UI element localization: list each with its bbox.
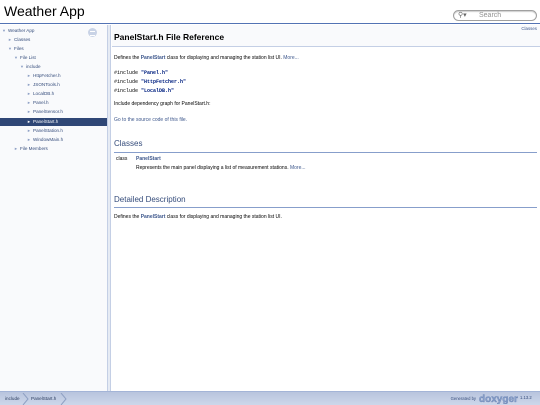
sidebar-item-panelsensor[interactable]: ► PanelSensor.h bbox=[27, 108, 63, 116]
source-code-link[interactable]: Go to the source code of this file. bbox=[114, 117, 187, 124]
more-link[interactable]: More... bbox=[290, 165, 306, 171]
include-line: #include "LocalDB.h" bbox=[114, 88, 175, 94]
include-file-link[interactable]: "Panel.h" bbox=[141, 70, 168, 76]
project-name: Weather App bbox=[4, 3, 85, 19]
search-input[interactable]: ⚲▾ Search bbox=[453, 10, 537, 21]
include-line: #include "Panel.h" bbox=[114, 70, 169, 76]
classes-heading: Classes bbox=[114, 139, 143, 148]
class-link[interactable]: PanelStart bbox=[141, 55, 166, 61]
include-file-link[interactable]: "LocalDB.h" bbox=[141, 88, 174, 94]
summary-link-classes[interactable]: Classes bbox=[521, 26, 537, 31]
breadcrumb-item-include[interactable]: include bbox=[5, 396, 20, 401]
detailed-description-text: Defines the PanelStart class for display… bbox=[114, 214, 282, 220]
sidebar-item-file-list[interactable]: ▼ File List bbox=[14, 54, 36, 62]
sidebar-item-jsontools[interactable]: ► JSONTools.h bbox=[27, 81, 60, 89]
page-header: Classes PanelStart.h File Reference bbox=[112, 25, 540, 47]
svg-text:doxygen: doxygen bbox=[479, 394, 518, 404]
sidebar-item-windowmain[interactable]: ► WindowMain.h bbox=[27, 136, 63, 144]
sidebar-item-panel[interactable]: ► Panel.h bbox=[27, 99, 49, 107]
sidebar-item-classes[interactable]: ► Classes bbox=[8, 36, 30, 44]
search-placeholder: Search bbox=[479, 12, 502, 19]
sidebar-item-include[interactable]: ▼ include bbox=[20, 63, 41, 71]
breadcrumb: include PanelStart.h Generated by bbox=[0, 391, 540, 405]
detailed-description-heading: Detailed Description bbox=[114, 195, 186, 204]
page-title: PanelStart.h File Reference bbox=[114, 32, 225, 42]
generated-by-label: Generated by bbox=[450, 396, 476, 401]
sidebar-item-localdb[interactable]: ► LocalDB.h bbox=[27, 90, 54, 98]
doxygen-logo[interactable]: doxygen bbox=[478, 393, 518, 404]
breadcrumb-item-panelstart[interactable]: PanelStart.h bbox=[31, 396, 56, 401]
sidebar-item-panelstation[interactable]: ► PanelStation.h bbox=[27, 127, 63, 135]
sidebar-item-weather-app[interactable]: ▼ Weather App bbox=[2, 27, 34, 35]
more-link[interactable]: More... bbox=[283, 55, 299, 61]
class-name-link[interactable]: PanelStart bbox=[136, 156, 161, 163]
brief-description: Defines the PanelStart class for display… bbox=[114, 55, 299, 61]
search-icon[interactable]: ⚲▾ bbox=[458, 11, 467, 21]
breadcrumb-separator-icon bbox=[60, 393, 67, 405]
main-content: Classes PanelStart.h File Reference Defi… bbox=[112, 25, 540, 391]
sidebar-tree: ▼ Weather App ► Classes ▼ Files ▼ File List … bbox=[0, 25, 108, 391]
dependency-graph-label: Include dependency graph for PanelStart.… bbox=[114, 101, 211, 107]
sync-toggle-icon[interactable] bbox=[88, 28, 97, 37]
sidebar-item-file-members[interactable]: ► File Members bbox=[14, 145, 48, 153]
class-kind: class bbox=[116, 156, 128, 162]
sidebar-item-panelstart[interactable]: ► PanelStart.h bbox=[0, 118, 107, 126]
divider bbox=[114, 152, 537, 153]
divider bbox=[114, 207, 537, 208]
doxygen-version: 1.13.2 bbox=[520, 395, 532, 400]
class-link[interactable]: PanelStart bbox=[141, 214, 166, 220]
sidebar-item-files[interactable]: ▼ Files bbox=[8, 45, 24, 53]
sidebar-item-httpfetcher[interactable]: ► HttpFetcher.h bbox=[27, 72, 61, 80]
title-area: Weather App ⚲▾ Search bbox=[0, 0, 540, 24]
sidebar-resize-handle[interactable] bbox=[108, 25, 111, 391]
include-line: #include "HttpFetcher.h" bbox=[114, 79, 187, 85]
class-description: Represents the main panel displaying a l… bbox=[136, 165, 306, 171]
breadcrumb-separator-icon bbox=[22, 393, 29, 405]
include-file-link[interactable]: "HttpFetcher.h" bbox=[141, 79, 186, 85]
